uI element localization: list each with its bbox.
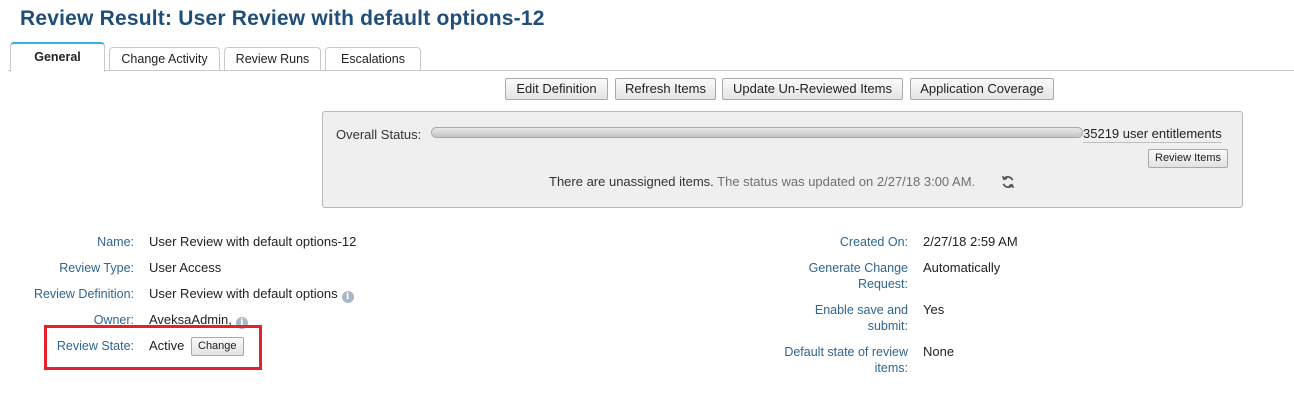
tab-review-runs[interactable]: Review Runs (224, 47, 321, 70)
created-on-label: Created On: (839, 235, 908, 249)
tab-general[interactable]: General (10, 42, 105, 72)
enable-save-submit-label: Enable save and submit: (814, 303, 908, 333)
generate-change-request-label: Generate Change Request: (808, 261, 908, 291)
overall-status-progress-bar (431, 127, 1083, 138)
entitlements-count-link[interactable]: 35219 user entitlements (1083, 126, 1222, 143)
review-type-label: Review Type: (59, 261, 134, 275)
review-definition-label: Review Definition: (33, 287, 134, 301)
review-definition-value: User Review with default options (149, 286, 338, 301)
status-updated-text: The status was updated on 2/27/18 3:00 A… (717, 174, 976, 189)
info-icon[interactable]: i (341, 291, 354, 303)
refresh-items-button[interactable]: Refresh Items (615, 78, 716, 100)
review-items-button[interactable]: Review Items (1148, 149, 1229, 168)
update-unreviewed-items-button[interactable]: Update Un-Reviewed Items (722, 78, 903, 100)
edit-definition-button[interactable]: Edit Definition (505, 78, 608, 100)
overall-status-panel: Overall Status: 35219 user entitlements … (322, 111, 1243, 208)
generate-change-request-value: Automatically (923, 260, 1001, 275)
enable-save-submit-value: Yes (923, 302, 945, 317)
progress-fill (432, 128, 1082, 137)
review-result-page: Review Result: User Review with default … (0, 0, 1294, 393)
page-title: Review Result: User Review with default … (20, 7, 545, 30)
default-state-value: None (923, 344, 955, 359)
unassigned-items-text: There are unassigned items. (549, 174, 714, 189)
default-state-label: Default state of review items: (784, 345, 908, 375)
overall-status-label: Overall Status: (336, 127, 422, 142)
review-state-highlight (44, 325, 262, 370)
name-value: User Review with default options-12 (149, 234, 357, 249)
name-label: Name: (97, 235, 134, 249)
created-on-value: 2/27/18 2:59 AM (923, 234, 1018, 249)
review-type-value: User Access (149, 260, 222, 275)
refresh-icon[interactable] (1001, 175, 1015, 189)
application-coverage-button[interactable]: Application Coverage (910, 78, 1054, 100)
review-definition-row: User Review with default options i (149, 286, 354, 303)
tab-change-activity[interactable]: Change Activity (109, 47, 220, 70)
status-message: There are unassigned items. The status w… (549, 174, 975, 189)
tab-escalations[interactable]: Escalations (325, 47, 421, 70)
